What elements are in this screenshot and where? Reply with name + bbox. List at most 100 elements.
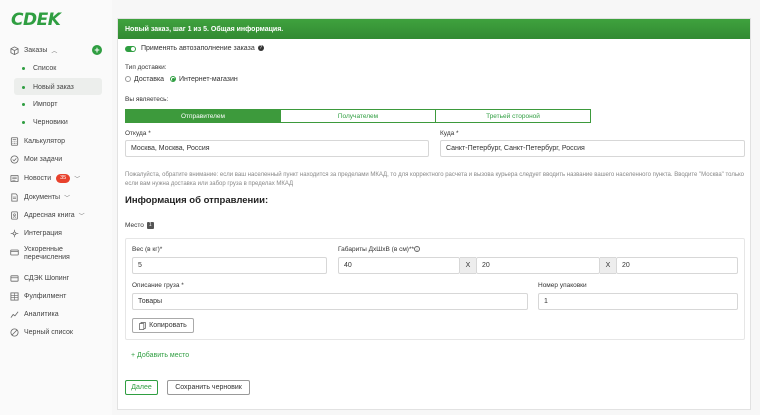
bullet-icon [22, 85, 25, 89]
cdek-logo[interactable]: СDEK [11, 10, 61, 30]
cargo-place-box: Вес (в кг)* 5 Габариты ДхШхВ (в см)** i 4… [125, 238, 745, 340]
delivery-option-label: Доставка [134, 76, 165, 83]
autofill-label: Применять автозаполнение заказа [141, 45, 255, 52]
add-place-link[interactable]: + Добавить место [131, 352, 189, 359]
chevron-down-icon[interactable]: ﹀ [74, 174, 80, 183]
package-no-input[interactable]: 1 [538, 293, 738, 310]
delivery-option-delivery[interactable]: Доставка [125, 76, 164, 83]
sidebar-item-address-book[interactable]: Адресная книга ﹀ [10, 208, 85, 222]
shopping-icon [10, 274, 19, 283]
cargo-desc-input[interactable]: Товары [132, 293, 528, 310]
delivery-option-eshop[interactable]: Интернет-магазин [170, 76, 238, 83]
place-label: Место [125, 222, 144, 230]
delivery-option-label: Интернет-магазин [179, 76, 238, 83]
role-label: Вы являетесь: [125, 96, 169, 103]
document-icon [10, 192, 19, 202]
copy-button[interactable]: Копировать [132, 318, 194, 333]
sidebar-item-label: Интеграция [24, 229, 62, 237]
sidebar-item-label: Фулфилмент [24, 292, 67, 300]
box-icon [10, 45, 19, 55]
sidebar-subitem-label: Список [33, 64, 57, 72]
check-circle-icon [10, 154, 19, 164]
calculator-icon [10, 136, 19, 146]
radio-delivery[interactable] [125, 76, 131, 83]
help-icon[interactable]: ? [257, 45, 264, 52]
sidebar-item-label: Черный список [24, 328, 73, 336]
integration-icon [10, 229, 19, 238]
dims-label-row: Габариты ДхШхВ (в см)** i [338, 246, 421, 253]
sidebar-item-cdek-shopping[interactable]: СДЭК Шопинг [10, 271, 69, 285]
payment-icon [10, 248, 19, 257]
dims-separator: X [460, 257, 476, 274]
block-icon [10, 327, 19, 337]
place-label-row: Место 1 [125, 222, 154, 229]
sidebar-item-fulfillment[interactable]: Фулфилмент [10, 289, 66, 303]
package-no-label: Номер упаковки [538, 282, 587, 289]
sidebar-item-label: Заказы [24, 46, 48, 54]
mkad-note: Пожалуйста, обратите внимание: если ваш … [125, 172, 745, 187]
next-button[interactable]: Далее [125, 380, 158, 395]
weight-label: Вес (в кг)* [132, 246, 163, 253]
role-recipient-tab[interactable]: Получателем [280, 109, 436, 123]
sidebar-item-analytics[interactable]: Аналитика [10, 307, 59, 321]
dims-label: Габариты ДхШхВ (в см)** [338, 246, 415, 253]
sidebar-item-documents[interactable]: Документы ﹀ [10, 190, 70, 204]
sidebar-item-news[interactable]: Новости 35 ﹀ [10, 171, 80, 185]
save-draft-button[interactable]: Сохранить черновик [167, 380, 250, 395]
step-header: Новый заказ, шаг 1 из 5. Общая информаци… [118, 19, 750, 39]
from-input[interactable]: Москва, Москва, Россия [125, 140, 429, 157]
to-input[interactable]: Санкт-Петербург, Санкт-Петербург, Россия [440, 140, 745, 157]
bullet-icon [22, 66, 25, 70]
sidebar-item-fast-payments[interactable]: Ускоренные перечисления [10, 246, 88, 266]
sidebar-item-label: СДЭК Шопинг [24, 274, 70, 282]
new-order-panel: Новый заказ, шаг 1 из 5. Общая информаци… [117, 18, 751, 410]
cargo-desc-label: Описание груза * [132, 282, 184, 289]
chevron-down-icon[interactable]: ﹀ [79, 211, 85, 220]
delivery-type-label: Тип доставки: [125, 64, 167, 71]
radio-eshop[interactable] [170, 76, 176, 83]
chevron-down-icon[interactable]: ﹀ [64, 193, 70, 202]
sidebar-item-tasks[interactable]: Мои задачи [10, 152, 62, 166]
dims-separator: X [600, 257, 616, 274]
height-input[interactable]: 20 [616, 257, 738, 274]
sidebar-subitem-label: Новый заказ [33, 83, 74, 91]
sidebar-subitem-list[interactable]: Список [22, 61, 56, 75]
sidebar-item-calculator[interactable]: Калькулятор [10, 134, 65, 148]
chevron-up-icon[interactable]: ︿ [51, 46, 57, 55]
bullet-icon [22, 120, 25, 124]
address-book-icon [10, 210, 19, 220]
news-icon [10, 174, 19, 183]
sidebar-subitem-drafts[interactable]: Черновики [22, 115, 68, 129]
copy-button-label: Копировать [149, 322, 187, 329]
width-input[interactable]: 20 [476, 257, 600, 274]
role-sender-tab[interactable]: Отправителем [125, 109, 281, 123]
sidebar-item-label: Калькулятор [24, 137, 65, 145]
sender-info-title: Информация об отправлении: [125, 195, 269, 206]
sidebar-subitem-new-order[interactable]: Новый заказ [22, 80, 74, 94]
bullet-icon [22, 102, 25, 106]
sidebar-subitem-label: Импорт [33, 100, 58, 108]
place-number-badge: 1 [146, 222, 154, 229]
sidebar-item-label: Аналитика [24, 310, 59, 318]
add-order-button[interactable]: + [92, 45, 102, 55]
length-input[interactable]: 40 [338, 257, 460, 274]
sidebar-item-label: Документы [24, 193, 61, 201]
chart-icon [10, 310, 19, 319]
copy-icon [139, 321, 146, 330]
role-third-party-tab[interactable]: Третьей стороной [435, 109, 591, 123]
sidebar-item-label: Новости [24, 174, 52, 182]
sidebar-item-label: Мои задачи [24, 155, 63, 163]
sidebar: СDEK Заказы ︿ + Список Новый заказ Импор… [0, 0, 112, 415]
sidebar-item-label: Ускоренные перечисления [24, 246, 70, 261]
autofill-toggle[interactable] [125, 46, 136, 52]
sidebar-item-label: Адресная книга [24, 211, 75, 219]
sidebar-item-orders[interactable]: Заказы ︿ [10, 43, 57, 57]
weight-input[interactable]: 5 [132, 257, 327, 274]
autofill-label-row: Применять автозаполнение заказа? [141, 45, 264, 52]
sidebar-item-blacklist[interactable]: Черный список [10, 325, 73, 339]
sidebar-subitem-import[interactable]: Импорт [22, 97, 57, 111]
from-label: Откуда * [125, 130, 151, 137]
sidebar-subitem-label: Черновики [33, 118, 68, 126]
sidebar-item-integration[interactable]: Интеграция [10, 226, 62, 240]
info-icon[interactable]: i [414, 246, 421, 253]
